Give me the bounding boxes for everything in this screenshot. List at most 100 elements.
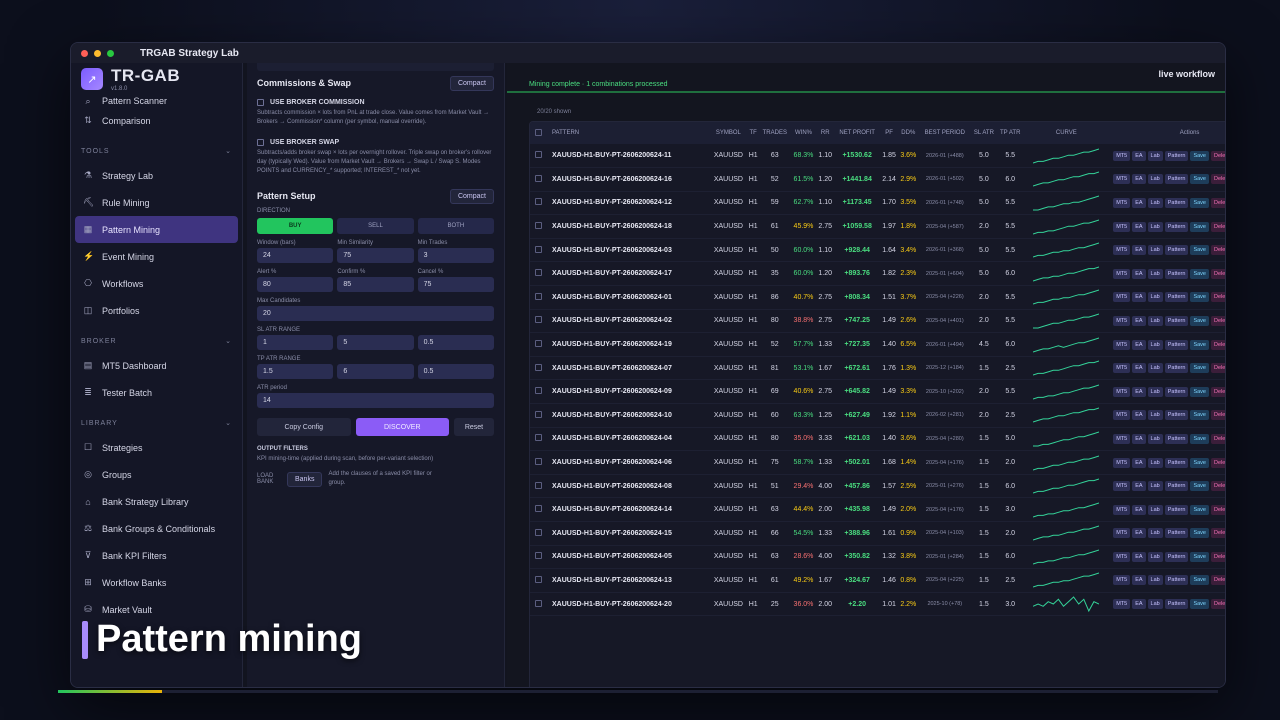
row-checkbox[interactable]	[534, 387, 542, 395]
table-row[interactable]: XAUUSD-H1-BUY-PT-2606200624-18 XAUUSD H1 61…	[530, 214, 1225, 239]
row-delete-button[interactable]: Delete	[1211, 363, 1225, 374]
table-row[interactable]: XAUUSD-H1-BUY-PT-2606200624-15 XAUUSD H1 66…	[530, 521, 1225, 546]
row-ea-button[interactable]: EA	[1132, 363, 1146, 374]
row-pattern-button[interactable]: Pattern	[1164, 528, 1189, 539]
row-mt5-button[interactable]: MT5	[1113, 433, 1131, 444]
row-checkbox[interactable]	[534, 410, 542, 418]
atr-period-input[interactable]: 14	[257, 393, 494, 408]
row-mt5-button[interactable]: MT5	[1113, 599, 1131, 610]
row-pattern-button[interactable]: Pattern	[1164, 386, 1189, 397]
row-lab-button[interactable]: Lab	[1147, 599, 1163, 610]
row-delete-button[interactable]: Delete	[1211, 410, 1225, 421]
row-ea-button[interactable]: EA	[1132, 245, 1146, 256]
window-input[interactable]: 24	[257, 248, 334, 263]
row-mt5-button[interactable]: MT5	[1113, 339, 1131, 350]
row-save-button[interactable]: Save	[1190, 551, 1209, 562]
row-lab-button[interactable]: Lab	[1147, 197, 1163, 208]
row-save-button[interactable]: Save	[1190, 363, 1209, 374]
sl-atr-step-input[interactable]: 0.5	[417, 335, 494, 350]
row-save-button[interactable]: Save	[1190, 268, 1209, 279]
alert-input[interactable]: 80	[257, 277, 334, 292]
row-lab-button[interactable]: Lab	[1147, 221, 1163, 232]
row-save-button[interactable]: Save	[1190, 599, 1209, 610]
tp-atr-step-input[interactable]: 0.5	[417, 364, 494, 379]
table-row[interactable]: XAUUSD-H1-BUY-PT-2606200624-14 XAUUSD H1 63…	[530, 497, 1225, 522]
row-mt5-button[interactable]: MT5	[1113, 575, 1131, 586]
row-checkbox[interactable]	[534, 340, 542, 348]
column-header-dd-[interactable]: DD%	[897, 122, 919, 144]
sidebar-item-workflow-banks[interactable]: ⊞ Workflow Banks	[71, 569, 242, 596]
row-mt5-button[interactable]: MT5	[1113, 292, 1131, 303]
column-header-tp-atr[interactable]: TP ATR	[996, 122, 1024, 144]
row-pattern-button[interactable]: Pattern	[1164, 363, 1189, 374]
row-mt5-button[interactable]: MT5	[1113, 504, 1131, 515]
row-save-button[interactable]: Save	[1190, 315, 1209, 326]
direction-buy[interactable]: BUY	[257, 218, 334, 234]
sidebar-item-event-mining[interactable]: ⚡ Event Mining	[71, 243, 242, 270]
row-lab-button[interactable]: Lab	[1147, 457, 1163, 468]
row-checkbox[interactable]	[534, 434, 542, 442]
reset-button[interactable]: Reset	[454, 418, 494, 436]
copy-config-button[interactable]: Copy Config	[257, 418, 351, 436]
row-checkbox[interactable]	[534, 505, 542, 513]
row-mt5-button[interactable]: MT5	[1113, 197, 1131, 208]
row-lab-button[interactable]: Lab	[1147, 363, 1163, 374]
sidebar-item-bank-groups-conditionals[interactable]: ⚖ Bank Groups & Conditionals	[71, 515, 242, 542]
column-header-pattern[interactable]: PATTERN	[546, 122, 710, 144]
row-delete-button[interactable]: Delete	[1211, 245, 1225, 256]
row-checkbox[interactable]	[534, 575, 542, 583]
row-mt5-button[interactable]: MT5	[1113, 221, 1131, 232]
table-row[interactable]: XAUUSD-H1-BUY-PT-2606200624-13 XAUUSD H1 61…	[530, 568, 1225, 593]
row-lab-button[interactable]: Lab	[1147, 268, 1163, 279]
row-lab-button[interactable]: Lab	[1147, 433, 1163, 444]
table-row[interactable]: XAUUSD-H1-BUY-PT-2606200624-06 XAUUSD H1 75…	[530, 450, 1225, 475]
table-row[interactable]: XAUUSD-H1-BUY-PT-2606200624-02 XAUUSD H1 80…	[530, 309, 1225, 334]
row-lab-button[interactable]: Lab	[1147, 504, 1163, 515]
row-ea-button[interactable]: EA	[1132, 599, 1146, 610]
row-checkbox[interactable]	[534, 316, 542, 324]
sidebar-item-strategy-lab[interactable]: ⚗ Strategy Lab	[71, 162, 242, 189]
column-header-best-period[interactable]: BEST PERIOD	[918, 122, 971, 144]
row-checkbox[interactable]	[534, 198, 542, 206]
row-delete-button[interactable]: Delete	[1211, 221, 1225, 232]
row-pattern-button[interactable]: Pattern	[1164, 599, 1189, 610]
row-pattern-button[interactable]: Pattern	[1164, 575, 1189, 586]
row-ea-button[interactable]: EA	[1132, 504, 1146, 515]
row-mt5-button[interactable]: MT5	[1113, 528, 1131, 539]
row-delete-button[interactable]: Delete	[1211, 481, 1225, 492]
tp-atr-max-input[interactable]: 6	[337, 364, 414, 379]
row-checkbox[interactable]	[534, 363, 542, 371]
row-mt5-button[interactable]: MT5	[1113, 386, 1131, 397]
sl-atr-max-input[interactable]: 5	[337, 335, 414, 350]
row-save-button[interactable]: Save	[1190, 150, 1209, 161]
row-save-button[interactable]: Save	[1190, 575, 1209, 586]
row-mt5-button[interactable]: MT5	[1113, 245, 1131, 256]
row-mt5-button[interactable]: MT5	[1113, 363, 1131, 374]
row-checkbox[interactable]	[534, 552, 542, 560]
row-delete-button[interactable]: Delete	[1211, 197, 1225, 208]
sidebar-item-pattern-scanner[interactable]: ⌕ Pattern Scanner	[71, 95, 242, 107]
column-header-rr[interactable]: RR	[816, 122, 835, 144]
sidebar-item-groups[interactable]: ◎ Groups	[71, 461, 242, 488]
row-lab-button[interactable]: Lab	[1147, 150, 1163, 161]
row-pattern-button[interactable]: Pattern	[1164, 481, 1189, 492]
direction-sell[interactable]: SELL	[337, 218, 414, 234]
row-checkbox[interactable]	[534, 599, 542, 607]
column-header-sl-atr[interactable]: SL ATR	[970, 122, 997, 144]
table-row[interactable]: XAUUSD-H1-BUY-PT-2606200624-11 XAUUSD H1 63…	[530, 144, 1225, 169]
row-checkbox[interactable]	[534, 481, 542, 489]
table-row[interactable]: XAUUSD-H1-BUY-PT-2606200624-12 XAUUSD H1 59…	[530, 191, 1225, 216]
row-delete-button[interactable]: Delete	[1211, 339, 1225, 350]
row-ea-button[interactable]: EA	[1132, 410, 1146, 421]
sidebar-item-rule-mining[interactable]: ⛏ Rule Mining	[71, 189, 242, 216]
row-checkbox[interactable]	[534, 222, 542, 230]
row-delete-button[interactable]: Delete	[1211, 575, 1225, 586]
discover-button[interactable]: DISCOVER	[355, 418, 449, 436]
video-progress-bar[interactable]	[58, 690, 1218, 693]
row-delete-button[interactable]: Delete	[1211, 292, 1225, 303]
row-pattern-button[interactable]: Pattern	[1164, 292, 1189, 303]
row-delete-button[interactable]: Delete	[1211, 433, 1225, 444]
row-save-button[interactable]: Save	[1190, 197, 1209, 208]
row-delete-button[interactable]: Delete	[1211, 150, 1225, 161]
sidebar-item-workflows[interactable]: ⎔ Workflows	[71, 270, 242, 297]
